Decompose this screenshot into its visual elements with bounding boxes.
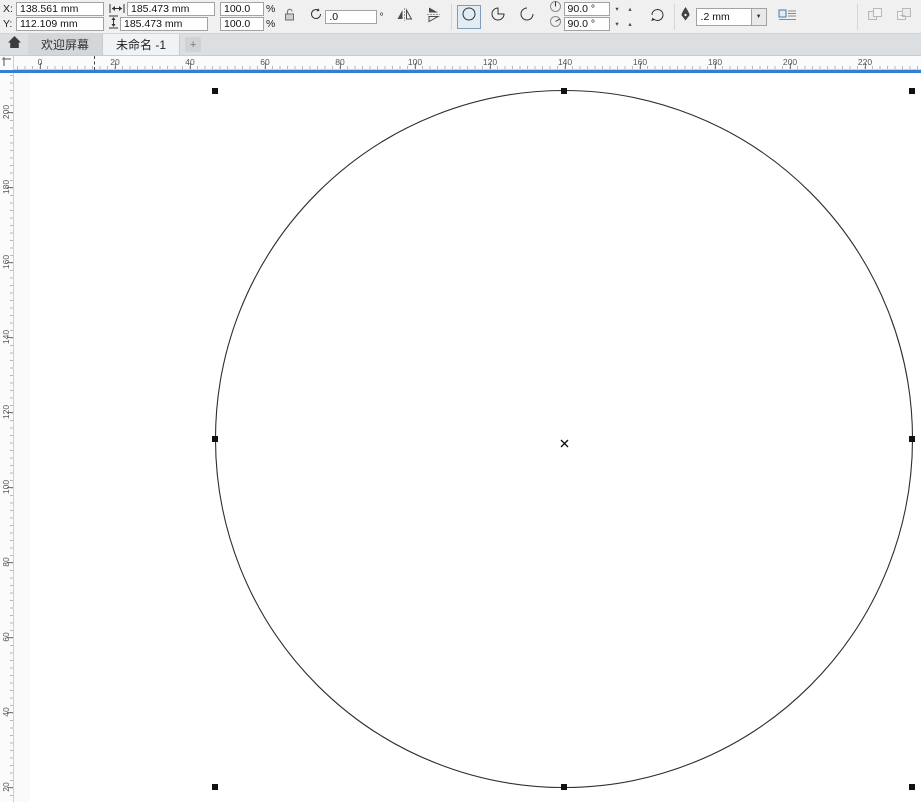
copy-properties-icon xyxy=(867,7,883,26)
selection-handle-top-right[interactable] xyxy=(909,88,915,94)
end-angle-spin-up-button[interactable]: ▴ xyxy=(625,18,636,31)
separator xyxy=(450,3,452,30)
selection-handle-bottom-right[interactable] xyxy=(909,784,915,790)
tab-welcome-screen[interactable]: 欢迎屏幕 xyxy=(28,34,104,55)
scale-factor-group: % % xyxy=(220,2,275,31)
copy-attributes-button[interactable] xyxy=(892,5,916,29)
tab-document[interactable]: 未命名 -1 xyxy=(103,34,181,55)
scale-vertical-percent-label: % xyxy=(266,18,276,30)
start-angle-spin-up-button[interactable]: ▴ xyxy=(625,3,636,16)
object-height-icon xyxy=(109,15,118,34)
arc-angles-group: ▾ ▴ ▾ ▴ xyxy=(549,1,636,33)
pie-mode-button[interactable] xyxy=(486,5,510,29)
selection-handle-middle-right[interactable] xyxy=(909,436,915,442)
arc-icon xyxy=(519,7,535,26)
object-height-input[interactable] xyxy=(120,17,208,31)
copy-attributes-icon xyxy=(896,7,912,26)
selection-handle-bottom-left[interactable] xyxy=(212,784,218,790)
change-direction-button[interactable] xyxy=(645,5,669,29)
mirror-vertical-icon xyxy=(427,6,441,28)
new-tab-button[interactable]: + xyxy=(185,37,202,52)
end-angle-input[interactable] xyxy=(563,17,610,31)
change-direction-icon xyxy=(649,7,665,27)
copy-properties-button[interactable] xyxy=(863,5,887,29)
property-bar: X: Y: % % xyxy=(0,0,921,34)
home-button[interactable] xyxy=(0,34,28,55)
mirror-horizontal-icon xyxy=(396,7,413,26)
wrap-text-button[interactable] xyxy=(776,5,800,29)
workspace: 200 180 160 140 120 100 80 60 40 20 xyxy=(0,73,921,802)
home-icon xyxy=(7,35,22,54)
rotation-angle-input[interactable] xyxy=(325,9,378,24)
ellipse-object[interactable] xyxy=(14,73,921,802)
ellipse-mode-button[interactable] xyxy=(456,4,481,29)
wrap-text-icon xyxy=(778,7,797,27)
arc-mode-button[interactable] xyxy=(515,5,539,29)
object-width-input[interactable] xyxy=(127,2,215,16)
drawing-canvas[interactable] xyxy=(14,73,921,802)
mirror-vertical-button[interactable] xyxy=(422,5,446,29)
mirror-horizontal-button[interactable] xyxy=(393,5,417,29)
ruler-origin-icon xyxy=(1,54,12,72)
tab-document-label: 未命名 -1 xyxy=(116,38,167,52)
rotation-degree-label: ° xyxy=(379,10,384,23)
y-position-input[interactable] xyxy=(16,17,104,31)
outline-width-dropdown-button[interactable]: ▼ xyxy=(751,7,767,26)
pie-icon xyxy=(490,7,506,26)
ruler-position-marker xyxy=(94,56,95,70)
object-size-group xyxy=(109,2,215,31)
start-angle-spin-down-button[interactable]: ▾ xyxy=(612,3,623,16)
document-tab-bar: 欢迎屏幕 未命名 -1 + xyxy=(0,34,921,56)
rotation-group: ° xyxy=(309,7,384,26)
selection-handle-middle-left[interactable] xyxy=(212,436,218,442)
end-angle-icon xyxy=(549,15,562,33)
selection-handle-top-center[interactable] xyxy=(561,88,567,94)
separator xyxy=(857,3,858,30)
outline-width-dropdown[interactable]: .2 mm ▼ xyxy=(695,7,767,26)
object-position-group: X: Y: xyxy=(3,2,104,31)
scale-horizontal-input[interactable] xyxy=(220,2,264,16)
separator xyxy=(673,3,675,30)
vertical-ruler[interactable]: 200 180 160 140 120 100 80 60 40 20 xyxy=(0,73,14,802)
scale-vertical-input[interactable] xyxy=(220,17,264,31)
ruler-origin[interactable] xyxy=(0,56,14,70)
lock-ratio-button[interactable] xyxy=(280,8,298,26)
scale-horizontal-percent-label: % xyxy=(266,3,276,15)
selection-handle-bottom-center[interactable] xyxy=(561,784,567,790)
ellipse-icon xyxy=(461,7,477,26)
unlock-icon xyxy=(284,8,295,26)
x-position-input[interactable] xyxy=(16,2,104,16)
outline-width-icon xyxy=(680,6,691,27)
selection-handle-top-left[interactable] xyxy=(212,88,218,94)
tab-welcome-label: 欢迎屏幕 xyxy=(41,38,90,52)
dropdown-arrow-icon: ▼ xyxy=(755,13,762,20)
y-position-label: Y: xyxy=(3,18,13,30)
end-angle-spin-down-button[interactable]: ▾ xyxy=(612,18,623,31)
x-position-label: X: xyxy=(3,3,13,15)
horizontal-ruler[interactable]: 0 20 40 60 80 100 120 140 160 180 200 220 xyxy=(0,56,921,70)
object-center-marker[interactable] xyxy=(560,435,569,453)
outline-width-value[interactable]: .2 mm xyxy=(695,7,752,26)
rotation-icon xyxy=(309,7,323,26)
start-angle-input[interactable] xyxy=(563,2,610,16)
